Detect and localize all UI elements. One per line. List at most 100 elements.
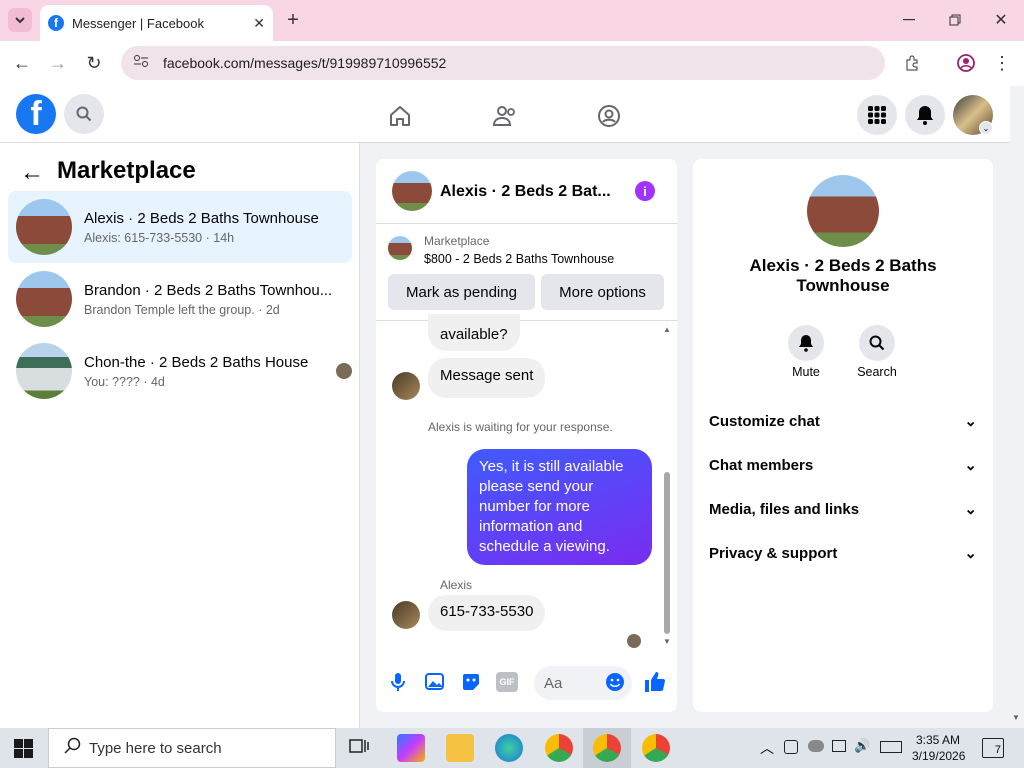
chevron-up-icon[interactable]: ︿ bbox=[760, 738, 774, 758]
restore-icon[interactable] bbox=[944, 8, 966, 32]
file-explorer-icon[interactable] bbox=[446, 734, 474, 762]
conversation-preview: Brandon Temple left the group. · 2d bbox=[84, 302, 280, 317]
profile-photo[interactable] bbox=[807, 175, 879, 247]
divider bbox=[376, 223, 677, 224]
listing-title[interactable]: $800 - 2 Beds 2 Baths Townhouse bbox=[424, 252, 614, 266]
conversation-item[interactable]: Brandon · 2 Beds 2 Baths Townhou... Bran… bbox=[8, 263, 352, 335]
notification-count: 7 bbox=[994, 744, 1001, 756]
media-files-links-row[interactable]: Media, files and links ⌄ bbox=[709, 489, 977, 529]
sender-name: Alexis bbox=[440, 578, 473, 592]
facebook-header: f ⌄ bbox=[0, 86, 1010, 143]
search-icon bbox=[63, 737, 81, 760]
mute-bell-icon[interactable] bbox=[788, 325, 824, 361]
conversation-list-panel: ← Marketplace Alexis · 2 Beds 2 Baths To… bbox=[0, 143, 360, 728]
chat-title[interactable]: Alexis · 2 Beds 2 Bat... bbox=[440, 183, 611, 201]
outgoing-message-bubble: Yes, it is still available please send y… bbox=[467, 449, 652, 565]
taskbar-search-box[interactable]: Type here to search bbox=[48, 728, 336, 768]
photo-icon[interactable] bbox=[424, 671, 446, 693]
conversation-name: Chon-the · 2 Beds 2 Baths House bbox=[84, 353, 309, 371]
menu-grid-icon[interactable] bbox=[857, 95, 897, 135]
conversation-avatar bbox=[16, 271, 72, 327]
facebook-logo-icon[interactable]: f bbox=[16, 94, 56, 134]
chat-avatar[interactable] bbox=[392, 171, 432, 211]
waiting-notice: Alexis is waiting for your response. bbox=[428, 420, 613, 434]
section-label: Customize chat bbox=[709, 412, 820, 430]
url-text: facebook.com/messages/t/919989710996552 bbox=[163, 55, 447, 71]
back-icon[interactable]: ← bbox=[10, 51, 34, 75]
divider bbox=[376, 320, 677, 321]
meet-now-icon[interactable] bbox=[784, 740, 798, 754]
profile-icon[interactable] bbox=[954, 51, 978, 75]
info-icon[interactable]: i bbox=[635, 181, 655, 201]
thumbs-up-icon[interactable] bbox=[643, 670, 667, 694]
more-options-button[interactable]: More options bbox=[541, 274, 664, 310]
conversation-preview: Alexis: 615-733-5530 · 14h bbox=[84, 230, 235, 245]
section-label: Privacy & support bbox=[709, 544, 838, 562]
chevron-down-icon: ⌄ bbox=[964, 457, 977, 474]
extensions-icon[interactable] bbox=[900, 51, 924, 75]
onedrive-icon[interactable] bbox=[808, 740, 824, 752]
sticker-icon[interactable] bbox=[460, 671, 482, 693]
conversation-preview: You: ???? · 4d bbox=[84, 374, 165, 389]
microphone-icon[interactable] bbox=[388, 671, 408, 693]
emoji-icon[interactable] bbox=[604, 671, 626, 693]
clock-time: 3:35 AM bbox=[915, 733, 961, 747]
chevron-down-icon: ⌄ bbox=[964, 545, 977, 562]
page-scroll-down-icon[interactable]: ▼ bbox=[1012, 713, 1020, 722]
browser-tab[interactable]: f Messenger | Facebook ✕ bbox=[40, 5, 273, 41]
section-label: Media, files and links bbox=[709, 500, 860, 518]
minimize-icon[interactable] bbox=[898, 8, 920, 32]
scroll-down-icon[interactable]: ▼ bbox=[663, 637, 671, 646]
friends-icon[interactable] bbox=[490, 102, 520, 130]
tab-search-icon[interactable] bbox=[8, 8, 32, 32]
back-arrow-icon[interactable]: ← bbox=[20, 159, 44, 187]
account-chevron-down-icon[interactable]: ⌄ bbox=[979, 121, 993, 135]
gif-icon[interactable]: GIF bbox=[496, 672, 518, 692]
chat-scrollbar-thumb[interactable] bbox=[664, 472, 670, 634]
search-icon[interactable] bbox=[859, 325, 895, 361]
mark-pending-button[interactable]: Mark as pending bbox=[388, 274, 535, 310]
conversation-avatar bbox=[16, 343, 72, 399]
new-tab-icon[interactable]: + bbox=[282, 8, 304, 32]
sender-avatar bbox=[392, 601, 420, 629]
profile-name: Alexis · 2 Beds 2 Baths Townhouse bbox=[749, 256, 937, 295]
search-icon[interactable] bbox=[64, 94, 104, 134]
chrome-icon[interactable] bbox=[545, 734, 573, 762]
chrome-profile-icon[interactable] bbox=[642, 734, 670, 762]
clock[interactable]: 3:35 AM 3/19/2026 bbox=[912, 732, 966, 764]
volume-icon[interactable]: 🔊 bbox=[854, 738, 870, 754]
copilot-icon[interactable] bbox=[397, 734, 425, 762]
conversation-item[interactable]: Chon-the · 2 Beds 2 Baths House You: ???… bbox=[8, 335, 352, 407]
task-view-icon[interactable] bbox=[347, 734, 375, 762]
section-label: Chat members bbox=[709, 456, 814, 474]
chrome-menu-icon[interactable]: ⋮ bbox=[990, 51, 1014, 75]
edge-icon[interactable] bbox=[495, 734, 523, 762]
network-icon[interactable] bbox=[832, 740, 846, 752]
sender-avatar bbox=[392, 372, 420, 400]
notification-center-icon[interactable]: 7 bbox=[982, 738, 1004, 758]
reload-icon[interactable]: ↻ bbox=[82, 51, 106, 75]
groups-icon[interactable] bbox=[595, 102, 623, 130]
conversation-name: Alexis · 2 Beds 2 Baths Townhouse bbox=[84, 209, 319, 227]
forward-icon[interactable]: → bbox=[46, 51, 70, 75]
customize-chat-row[interactable]: Customize chat ⌄ bbox=[709, 401, 977, 441]
chat-members-row[interactable]: Chat members ⌄ bbox=[709, 445, 977, 485]
message-bubble-partial: available? bbox=[428, 314, 520, 351]
conversation-info-panel: Alexis · 2 Beds 2 Baths Townhouse Mute S… bbox=[693, 159, 993, 712]
address-bar[interactable]: facebook.com/messages/t/919989710996552 bbox=[121, 46, 885, 80]
windows-start-icon[interactable] bbox=[14, 739, 34, 764]
message-sent-notice: Message sent bbox=[428, 358, 546, 398]
close-window-icon[interactable]: ✕ bbox=[990, 8, 1012, 32]
site-info-icon[interactable] bbox=[133, 54, 149, 73]
tab-close-icon[interactable]: ✕ bbox=[253, 15, 265, 32]
notifications-bell-icon[interactable] bbox=[905, 95, 945, 135]
conversation-name: Brandon · 2 Beds 2 Baths Townhou... bbox=[84, 281, 333, 299]
clock-date: 3/19/2026 bbox=[912, 749, 966, 763]
conversation-item[interactable]: Alexis · 2 Beds 2 Baths Townhouse Alexis… bbox=[8, 191, 352, 263]
privacy-support-row[interactable]: Privacy & support ⌄ bbox=[709, 533, 977, 573]
scroll-up-icon[interactable]: ▲ bbox=[663, 325, 671, 334]
keyboard-icon[interactable] bbox=[880, 741, 902, 753]
marketplace-label: Marketplace bbox=[424, 234, 490, 248]
chrome-profile-icon[interactable] bbox=[593, 734, 621, 762]
home-icon[interactable] bbox=[386, 102, 414, 130]
